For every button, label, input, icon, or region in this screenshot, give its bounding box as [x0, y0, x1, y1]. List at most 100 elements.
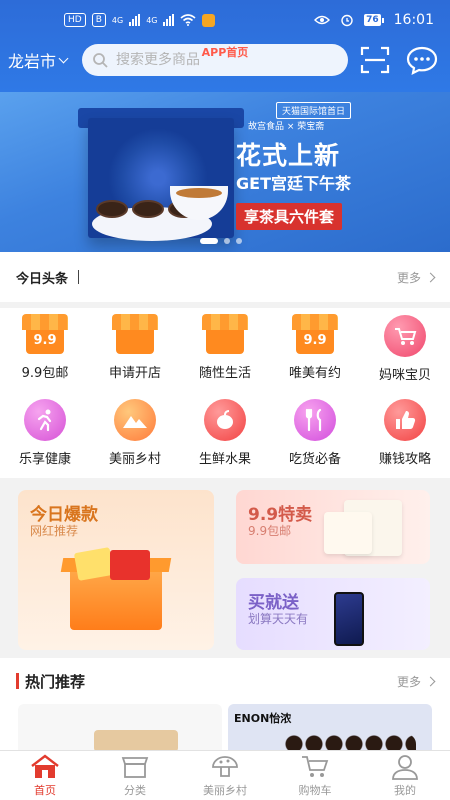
more-label: 更多 — [396, 270, 421, 285]
category-label: 生鲜水果 — [198, 452, 251, 467]
fruit-icon — [204, 399, 246, 441]
home-icon — [31, 753, 59, 778]
shop-99-icon: 9.9 — [22, 314, 68, 356]
shop-apply-icon — [112, 314, 158, 356]
shop-icon-text: 9.9 — [33, 333, 57, 348]
cart-icon — [302, 755, 329, 777]
runner-icon-wrap — [21, 398, 69, 442]
bottom-tab-bar: 首页 分类 美丽乡村 购物车 我的 — [0, 750, 450, 800]
product-card[interactable]: ENON怡浓 — [228, 704, 432, 750]
category-label: 唯美有约 — [288, 366, 341, 381]
category-label: 随性生活 — [198, 366, 251, 381]
tab-cart[interactable]: 购物车 — [270, 751, 360, 800]
hot-more-link[interactable]: 更多 — [397, 673, 436, 690]
notification-icon — [202, 13, 216, 27]
cutlery-icon — [294, 399, 336, 441]
promo-subtitle: 划算天天有 — [248, 612, 309, 626]
category-mommy-baby[interactable]: 妈咪宝贝 — [360, 308, 450, 392]
network-badge: B — [91, 13, 106, 27]
tab-label: 分类 — [124, 783, 146, 797]
promo-card-99-sale[interactable]: 9.9特卖 9.9包邮 — [236, 490, 430, 564]
mushroom-icon — [212, 755, 238, 777]
hot-items: ENON怡浓 — [0, 704, 450, 750]
banner-brand-sub: 故宫食品 × 荣宝斋 — [248, 122, 325, 132]
header: HD B 4G 4G 76 16:01 龙岩市 搜索更多商品 APP首页 — [0, 0, 450, 92]
smartphone-image — [334, 592, 364, 646]
banner-cta[interactable]: 享茶具六件套 — [236, 203, 343, 230]
category-grid: 9.9 9.9包邮 申请开店 随性生活 9.9 唯美有约 妈咪宝贝 乐享健康 美… — [0, 308, 450, 478]
divider — [78, 270, 80, 284]
section-title: 热门推荐 — [25, 672, 86, 691]
category-label: 吃货必备 — [288, 452, 341, 467]
tab-profile[interactable]: 我的 — [360, 751, 450, 800]
shop-icon-text: 9.9 — [303, 333, 327, 348]
fruit-icon-wrap — [201, 398, 249, 442]
tab-label: 我的 — [394, 783, 416, 797]
tab-home[interactable]: 首页 — [0, 751, 90, 800]
eye-icon — [314, 15, 331, 25]
mountain-icon — [114, 399, 156, 441]
category-label: 妈咪宝贝 — [378, 368, 431, 383]
category-beautiful-date[interactable]: 9.9 唯美有约 — [270, 308, 360, 392]
carousel-dot[interactable] — [236, 238, 242, 244]
chevron-right-icon — [425, 272, 436, 282]
category-label: 申请开店 — [108, 366, 161, 381]
stroller-icon-wrap — [381, 314, 429, 358]
category-foodie[interactable]: 吃货必备 — [270, 392, 360, 478]
category-casual-life[interactable]: 随性生活 — [180, 308, 270, 392]
battery-level: 76 — [364, 14, 381, 26]
shop-99b-icon: 9.9 — [292, 314, 338, 356]
category-rural[interactable]: 美丽乡村 — [90, 392, 180, 478]
category-icon — [121, 756, 149, 778]
promo-card-hot-today[interactable]: 今日爆款 网红推荐 — [18, 490, 214, 650]
tab-rural[interactable]: 美丽乡村 — [180, 751, 270, 800]
signal-label: 4G — [111, 15, 124, 25]
signal-icon — [129, 14, 141, 26]
headlines-title: 今日头条 — [16, 271, 69, 287]
banner-carousel[interactable]: 天猫国际馆首日 故宫食品 × 荣宝斋 花式上新 GET宫廷下午茶 享茶具六件套 — [0, 92, 450, 252]
carousel-dots — [200, 238, 242, 244]
mountain-icon-wrap — [111, 398, 159, 442]
tab-label: 购物车 — [298, 783, 332, 797]
headlines-more-link[interactable]: 更多 — [396, 269, 436, 286]
thumbs-up-icon — [384, 399, 426, 441]
cutlery-icon-wrap — [291, 398, 339, 442]
banner-subhead: GET宫廷下午茶 — [236, 174, 351, 193]
carousel-dot[interactable] — [224, 238, 230, 244]
thumbs-up-icon-wrap — [381, 398, 429, 442]
promo-subtitle: 网红推荐 — [30, 524, 79, 538]
category-99-free-shipping[interactable]: 9.9 9.9包邮 — [0, 308, 90, 392]
wifi-icon — [180, 14, 197, 26]
promo-section: 今日爆款 网红推荐 9.9特卖 9.9包邮 买就送 划算天天有 — [0, 486, 450, 652]
product-card[interactable] — [18, 704, 222, 750]
signal-label: 4G — [146, 15, 158, 25]
headlines-bar[interactable]: 今日头条 更多 — [0, 252, 450, 302]
status-bar: HD B 4G 4G 76 16:01 — [0, 0, 450, 40]
category-fresh-fruit[interactable]: 生鲜水果 — [180, 392, 270, 478]
red-envelope-image — [110, 550, 150, 580]
user-icon — [392, 754, 418, 780]
app-label: APP首页 — [201, 46, 249, 59]
category-label: 美丽乡村 — [108, 452, 161, 467]
category-health[interactable]: 乐享健康 — [0, 392, 90, 478]
chevron-right-icon — [425, 676, 436, 686]
banner-brand-tag: 天猫国际馆首日 — [276, 102, 352, 119]
runner-icon — [24, 399, 66, 441]
battery-icon: 76 — [364, 14, 384, 26]
alarm-icon — [341, 14, 353, 27]
status-left: HD B 4G 4G — [64, 13, 216, 27]
app-screen: HD B 4G 4G 76 16:01 龙岩市 搜索更多商品 APP首页 天猫国… — [0, 0, 450, 800]
category-apply-shop[interactable]: 申请开店 — [90, 308, 180, 392]
category-label: 赚钱攻略 — [378, 452, 431, 467]
tab-category[interactable]: 分类 — [90, 751, 180, 800]
tab-label: 美丽乡村 — [203, 783, 247, 797]
carousel-dot-active[interactable] — [200, 238, 218, 244]
promo-card-buy-get-free[interactable]: 买就送 划算天天有 — [236, 578, 430, 650]
hot-recommend-header: 热门推荐 更多 — [0, 658, 450, 704]
signal-icon — [163, 14, 175, 26]
category-label: 乐享健康 — [18, 452, 71, 467]
promo-subtitle: 9.9包邮 — [248, 524, 292, 538]
product-brand: ENON怡浓 — [234, 712, 292, 725]
category-earn-money[interactable]: 赚钱攻略 — [360, 392, 450, 478]
status-right: 76 16:01 — [314, 12, 434, 28]
